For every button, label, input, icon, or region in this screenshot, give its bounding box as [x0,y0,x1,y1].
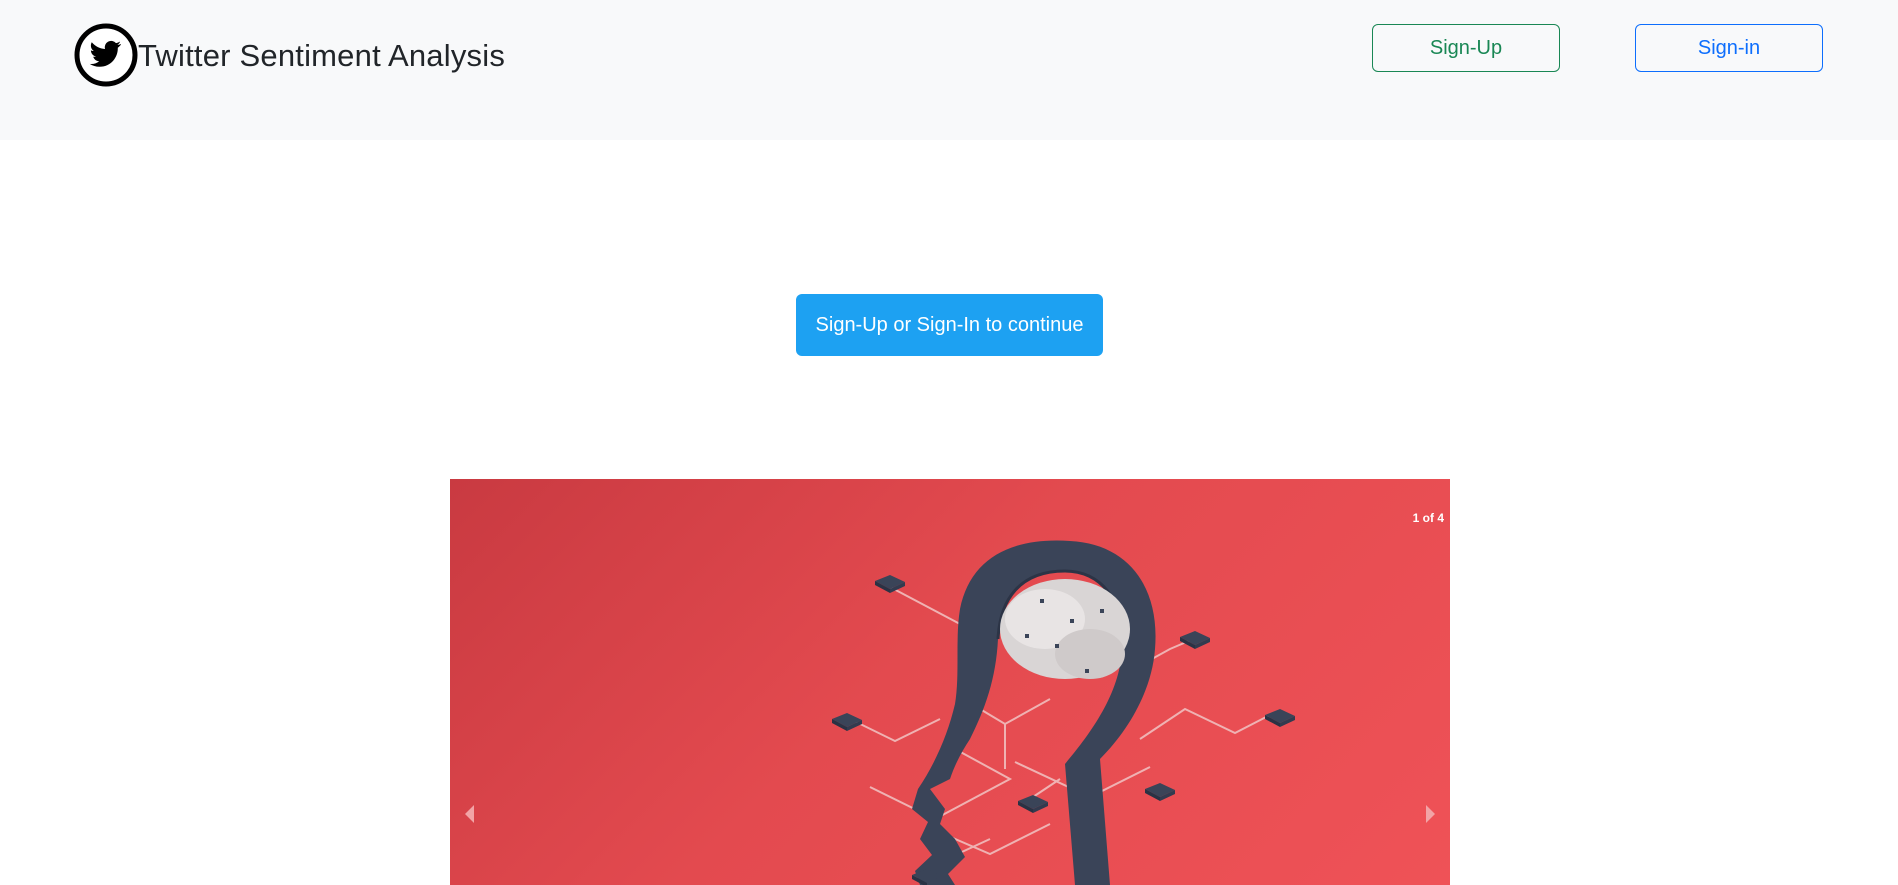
signup-button[interactable]: Sign-Up [1372,24,1560,72]
carousel-next-button[interactable] [1418,799,1442,829]
brand[interactable]: Twitter Sentiment Analysis [74,23,505,87]
carousel-prev-button[interactable] [458,799,482,829]
signin-button[interactable]: Sign-in [1635,24,1823,72]
navbar: Twitter Sentiment Analysis Sign-Up Sign-… [0,0,1898,140]
slide-counter: 1 of 4 [1412,511,1444,525]
continue-button[interactable]: Sign-Up or Sign-In to continue [796,294,1103,356]
carousel-slide-image [832,540,1295,885]
chevron-right-icon [1426,805,1435,823]
chevron-left-icon [465,805,474,823]
image-carousel[interactable]: 1 of 4 [450,479,1450,885]
twitter-logo-icon [74,23,138,87]
brand-title: Twitter Sentiment Analysis [138,37,506,73]
